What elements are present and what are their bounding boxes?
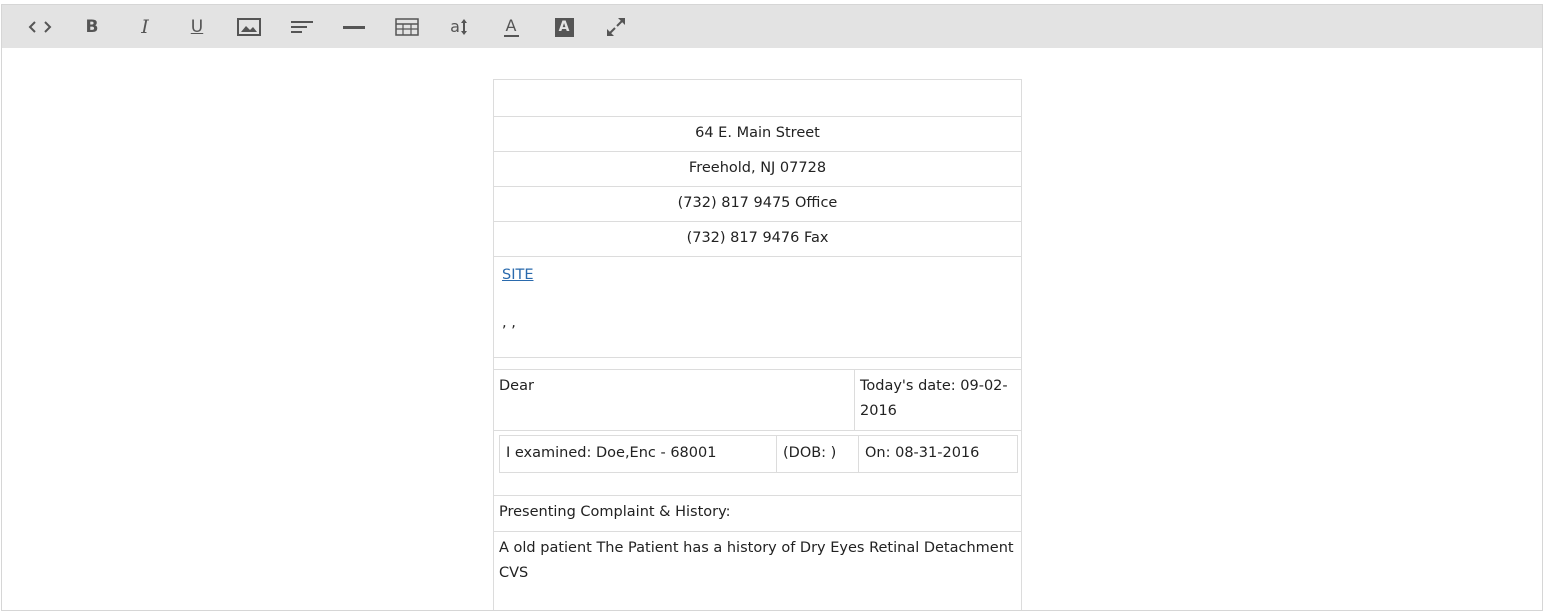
underline-button[interactable]: U bbox=[182, 12, 212, 42]
code-view-button[interactable] bbox=[25, 12, 55, 42]
table-icon bbox=[395, 18, 419, 36]
bold-button[interactable]: B bbox=[77, 12, 107, 42]
align-left-icon bbox=[291, 21, 313, 33]
underline-icon: U bbox=[190, 16, 204, 37]
horizontal-rule-icon bbox=[343, 26, 365, 29]
background-color-icon: A bbox=[554, 17, 574, 37]
editor-content-area[interactable]: 64 E. Main Street Freehold, NJ 07728 (73… bbox=[2, 48, 1542, 610]
rich-text-editor: B I U a A A 64 E. Main Street Freehold, … bbox=[1, 4, 1543, 611]
city-line: Freehold, NJ 07728 bbox=[688, 160, 827, 176]
italic-button[interactable]: I bbox=[130, 12, 160, 42]
complaint-heading: Presenting Complaint & History: bbox=[499, 504, 731, 520]
fullscreen-button[interactable] bbox=[601, 12, 631, 42]
complaint-text-line2: CVS bbox=[499, 565, 529, 581]
address-line: 64 E. Main Street bbox=[695, 125, 820, 141]
complaint-text-line1: A old patient The Patient has a history … bbox=[499, 540, 1014, 556]
image-icon bbox=[237, 18, 261, 36]
insert-table-button[interactable] bbox=[392, 12, 422, 42]
site-link[interactable]: SITE bbox=[502, 267, 534, 283]
todays-date-line2: 2016 bbox=[860, 403, 897, 419]
todays-date-line1: Today's date: 09-02- bbox=[860, 378, 1008, 394]
office-phone-line: (732) 817 9475 Office bbox=[677, 195, 838, 211]
salutation: Dear bbox=[499, 378, 534, 394]
letter-document: 64 E. Main Street Freehold, NJ 07728 (73… bbox=[493, 79, 1022, 610]
background-color-button[interactable]: A bbox=[549, 12, 579, 42]
italic-icon: I bbox=[141, 15, 149, 38]
insert-image-button[interactable] bbox=[234, 12, 264, 42]
fax-line: (732) 817 9476 Fax bbox=[686, 230, 829, 246]
exam-info-table: I examined: Doe,Enc - 68001 (DOB: ) On: … bbox=[499, 435, 1018, 473]
examined-patient: I examined: Doe,Enc - 68001 bbox=[506, 445, 717, 461]
align-button[interactable] bbox=[287, 12, 317, 42]
bold-icon: B bbox=[85, 16, 99, 37]
text-color-button[interactable]: A bbox=[496, 12, 526, 42]
horizontal-rule-button[interactable] bbox=[339, 12, 369, 42]
font-size-button[interactable]: a bbox=[444, 12, 474, 42]
editor-toolbar: B I U a A A bbox=[2, 5, 1542, 48]
recipient-line: , , bbox=[502, 315, 516, 331]
exam-date: On: 08-31-2016 bbox=[865, 445, 980, 461]
font-size-icon: a bbox=[450, 18, 468, 36]
dob-field: (DOB: ) bbox=[783, 445, 837, 461]
code-icon bbox=[28, 21, 52, 33]
expand-icon bbox=[607, 18, 625, 36]
text-color-icon: A bbox=[503, 17, 519, 37]
